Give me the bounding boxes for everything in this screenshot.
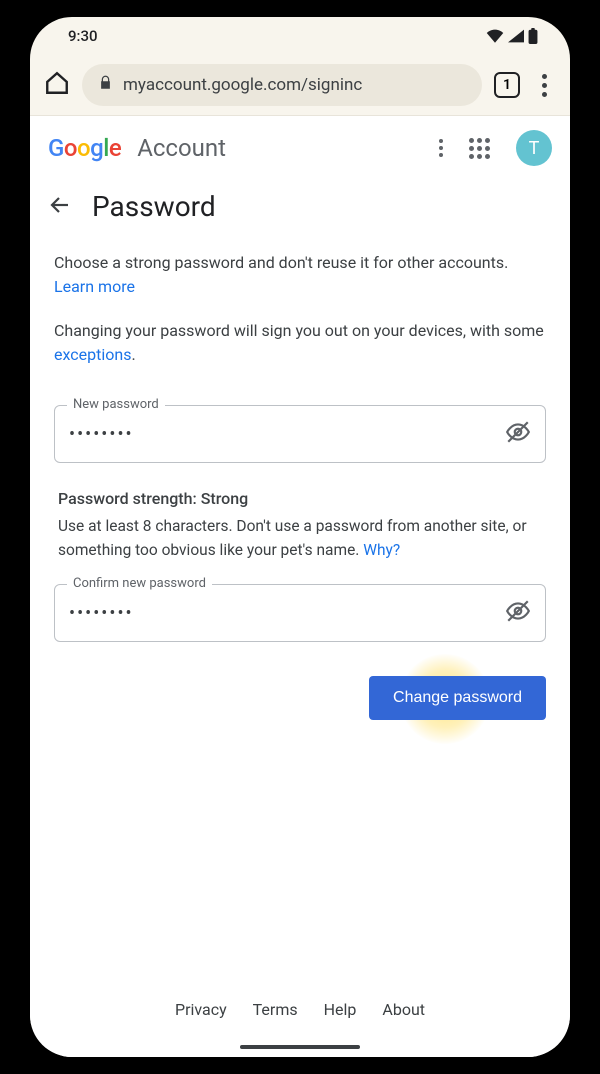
toggle-visibility-icon[interactable]: [505, 419, 531, 449]
nav-handle[interactable]: [240, 1045, 360, 1049]
button-row: Change password: [30, 642, 570, 720]
page-title-row: Password: [30, 180, 570, 223]
google-logo: Google: [48, 134, 121, 162]
page-title: Password: [92, 190, 216, 223]
footer-links: Privacy Terms Help About: [30, 1000, 570, 1019]
new-password-value: ••••••••: [69, 424, 505, 445]
url-bar[interactable]: myaccount.google.com/signinc: [82, 64, 482, 106]
change-password-button[interactable]: Change password: [369, 676, 546, 720]
tab-switcher[interactable]: 1: [494, 72, 520, 98]
footer-privacy[interactable]: Privacy: [175, 1000, 227, 1019]
apps-grid-icon[interactable]: [463, 138, 496, 159]
avatar[interactable]: T: [516, 130, 552, 166]
status-icons: [486, 28, 538, 44]
browser-menu-icon[interactable]: [532, 74, 556, 97]
cellular-icon: [508, 29, 524, 43]
intro-block: Choose a strong password and don't reuse…: [30, 223, 570, 367]
strength-block: Password strength: Strong Use at least 8…: [30, 463, 570, 562]
new-password-field[interactable]: New password ••••••••: [54, 405, 546, 463]
exceptions-link[interactable]: exceptions: [54, 345, 131, 364]
footer-help[interactable]: Help: [324, 1000, 357, 1019]
footer-about[interactable]: About: [382, 1000, 425, 1019]
learn-more-link[interactable]: Learn more: [54, 277, 135, 296]
confirm-password-field-wrap: Confirm new password ••••••••: [30, 562, 570, 642]
header-menu-icon[interactable]: [433, 139, 449, 157]
wifi-icon: [486, 29, 504, 43]
confirm-password-field[interactable]: Confirm new password ••••••••: [54, 584, 546, 642]
confirm-value: ••••••••: [69, 603, 505, 624]
strength-desc: Use at least 8 characters. Don't use a p…: [58, 514, 542, 562]
browser-toolbar: myaccount.google.com/signinc 1: [30, 55, 570, 115]
back-arrow-icon[interactable]: [48, 193, 72, 221]
status-time: 9:30: [68, 27, 98, 45]
app-header: Google Account T: [30, 116, 570, 180]
battery-icon: [528, 28, 538, 44]
toggle-visibility-icon[interactable]: [505, 598, 531, 628]
tab-count-value: 1: [503, 77, 511, 93]
signout-text: Changing your password will sign you out…: [54, 321, 544, 340]
confirm-label: Confirm new password: [67, 576, 212, 591]
why-link[interactable]: Why?: [363, 541, 400, 559]
new-password-field-wrap: New password ••••••••: [30, 387, 570, 463]
footer-terms[interactable]: Terms: [253, 1000, 298, 1019]
account-label: Account: [137, 134, 226, 162]
status-bar: 9:30: [30, 17, 570, 55]
new-password-label: New password: [67, 397, 165, 412]
strength-title: Password strength: Strong: [58, 489, 542, 508]
home-icon[interactable]: [44, 70, 70, 100]
url-text: myaccount.google.com/signinc: [123, 75, 362, 95]
page-content: Google Account T Password Choose a stron…: [30, 115, 570, 1057]
phone-frame: 9:30 myaccount.google.com/signinc 1 Goog…: [30, 17, 570, 1057]
intro-text: Choose a strong password and don't reuse…: [54, 253, 508, 272]
lock-icon: [98, 75, 113, 95]
